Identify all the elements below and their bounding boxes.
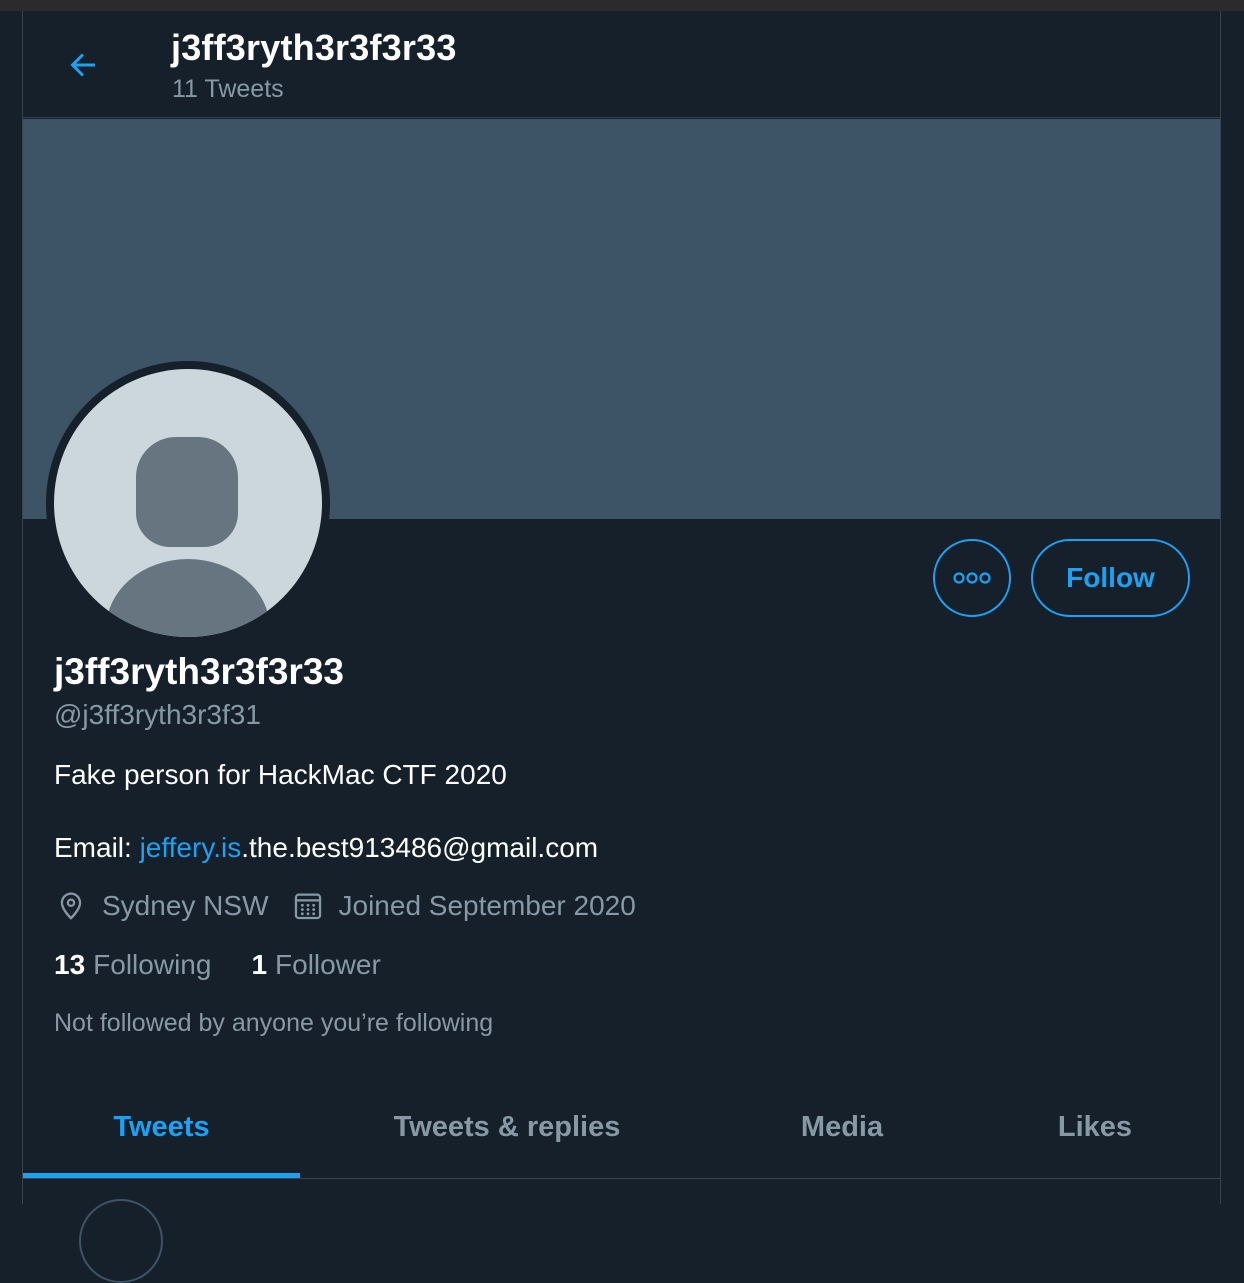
- more-options-icon: [953, 572, 991, 584]
- tab-media[interactable]: Media: [714, 1077, 970, 1178]
- avatar-head-shape: [136, 437, 238, 547]
- profile-display-name: j3ff3ryth3r3f3r33: [54, 651, 344, 692]
- back-button[interactable]: [59, 41, 107, 89]
- active-tab-indicator: [23, 1173, 300, 1178]
- following-label: Following: [93, 949, 212, 980]
- profile-tabs: Tweets Tweets & replies Media Likes: [23, 1077, 1220, 1179]
- tab-label: Likes: [1057, 1111, 1133, 1143]
- avatar-body-shape: [106, 559, 270, 637]
- back-arrow-icon: [70, 53, 95, 77]
- follow-button[interactable]: Follow: [1031, 539, 1190, 617]
- tab-likes[interactable]: Likes: [970, 1077, 1220, 1178]
- following-link[interactable]: 13 Following: [54, 949, 211, 981]
- followers-link[interactable]: 1 Follower: [251, 949, 380, 981]
- location: Sydney NSW: [54, 889, 269, 923]
- following-count: 13: [54, 949, 86, 980]
- calendar-icon: [294, 893, 321, 920]
- email-rest: .the.best913486@gmail.com: [241, 832, 599, 863]
- profile-handle: @j3ff3ryth3r3f31: [54, 699, 261, 730]
- tab-tweets-and-replies[interactable]: Tweets & replies: [300, 1077, 714, 1178]
- header-title: j3ff3ryth3r3f3r33: [171, 27, 457, 68]
- tweet-avatar[interactable]: [79, 1199, 163, 1283]
- join-date: Joined September 2020: [291, 889, 636, 923]
- more-options-button[interactable]: [933, 539, 1011, 617]
- profile-page: j3ff3ryth3r3f3r33 11 Tweets Follow j3ff3…: [22, 11, 1221, 1283]
- tab-label: Tweets & replies: [393, 1111, 621, 1143]
- location-text: Sydney NSW: [102, 890, 269, 921]
- window-top-strip: [0, 0, 1244, 11]
- default-avatar-icon: [54, 369, 322, 637]
- tab-label: Tweets: [113, 1111, 210, 1143]
- profile-bio: Fake person for HackMac CTF 2020: [54, 759, 507, 790]
- followers-count: 1: [251, 949, 268, 980]
- avatar[interactable]: [46, 361, 330, 645]
- profile-header: j3ff3ryth3r3f3r33 11 Tweets: [23, 11, 1220, 118]
- tab-tweets[interactable]: Tweets: [23, 1077, 300, 1178]
- email-link[interactable]: jeffery.is: [140, 832, 242, 863]
- email-label: Email:: [54, 832, 140, 863]
- tab-label: Media: [800, 1111, 884, 1143]
- profile-stats: 13 Following 1 Follower: [54, 949, 421, 981]
- tweet-count: 11 Tweets: [172, 75, 284, 103]
- profile-bio-email: Email: jeffery.is.the.best913486@gmail.c…: [54, 832, 598, 864]
- followers-label: Follower: [275, 949, 381, 980]
- join-date-text: Joined September 2020: [338, 890, 636, 921]
- profile-meta: Sydney NSW Joined September 2020: [54, 889, 658, 923]
- social-context: Not followed by anyone you’re following: [54, 1009, 494, 1037]
- location-pin-icon: [60, 892, 82, 920]
